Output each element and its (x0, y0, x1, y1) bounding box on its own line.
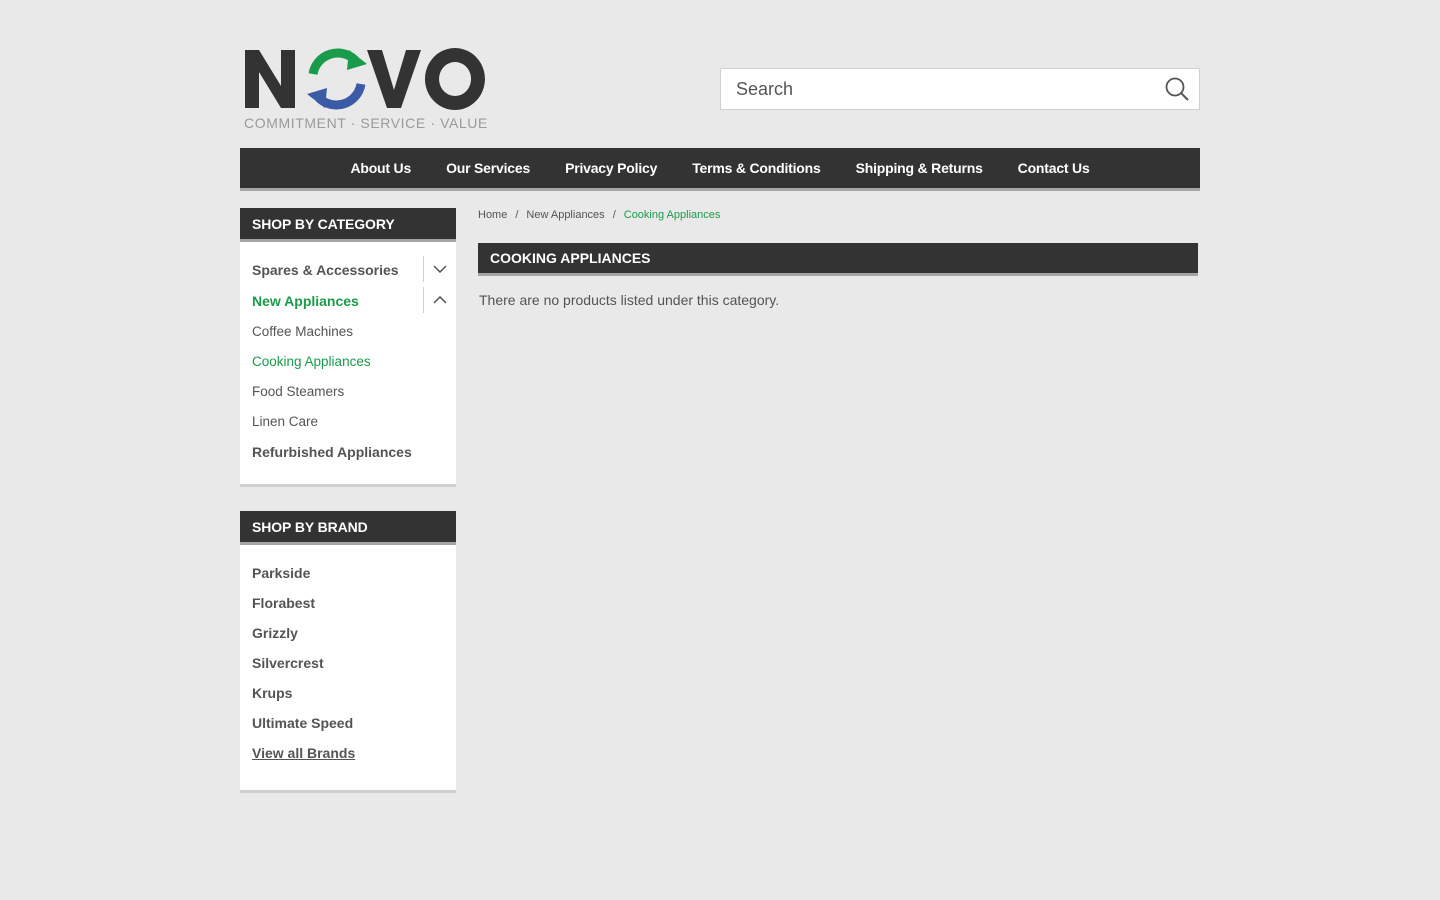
svg-text:COMMITMENT · SERVICE · VALUE: COMMITMENT · SERVICE · VALUE (244, 115, 488, 131)
search-icon (1165, 77, 1189, 101)
brand-link-ultimate-speed[interactable]: Ultimate Speed (240, 708, 456, 738)
empty-category-message: There are no products listed under this … (479, 292, 780, 308)
category-link-refurbished-appliances[interactable]: Refurbished Appliances (252, 444, 412, 460)
nav-about-us[interactable]: About Us (333, 160, 429, 176)
breadcrumb-separator: / (612, 209, 616, 221)
search-box (720, 68, 1200, 110)
category-toggle-new-appliances[interactable] (423, 287, 456, 313)
chevron-down-icon (433, 265, 447, 273)
category-sidebar-heading: SHOP BY CATEGORY (240, 208, 456, 242)
category-item-spares-accessories: Spares & Accessories (240, 254, 456, 285)
novo-logo-graphic: COMMITMENT · SERVICE · VALUE (244, 48, 488, 131)
category-item-refurbished-appliances: Refurbished Appliances (240, 436, 456, 467)
subcategory-coffee-machines[interactable]: Coffee Machines (240, 316, 456, 346)
category-sidebar: SHOP BY CATEGORY Spares & Accessories Ne… (240, 208, 456, 487)
category-item-new-appliances: New Appliances (240, 285, 456, 316)
nav-shipping-returns[interactable]: Shipping & Returns (838, 160, 1000, 176)
store-logo[interactable]: COMMITMENT · SERVICE · VALUE (243, 44, 489, 132)
main-navigation: About Us Our Services Privacy Policy Ter… (240, 148, 1200, 191)
brand-link-silvercrest[interactable]: Silvercrest (240, 648, 456, 678)
brand-link-parkside[interactable]: Parkside (240, 558, 456, 588)
subcategory-cooking-appliances[interactable]: Cooking Appliances (240, 346, 456, 376)
nav-privacy-policy[interactable]: Privacy Policy (548, 160, 675, 176)
page-title: COOKING APPLIANCES (478, 243, 1198, 276)
subcategory-food-steamers[interactable]: Food Steamers (240, 376, 456, 406)
brand-list: Parkside Florabest Grizzly Silvercrest K… (240, 545, 456, 768)
chevron-up-icon (433, 296, 447, 304)
category-list: Spares & Accessories New Appliances Coff… (240, 242, 456, 467)
search-button[interactable] (1155, 69, 1199, 109)
category-link-new-appliances[interactable]: New Appliances (252, 293, 359, 309)
view-all-brands-link[interactable]: View all Brands (240, 738, 456, 768)
category-toggle-spares-accessories[interactable] (423, 256, 456, 282)
search-input[interactable] (721, 69, 1155, 109)
brand-link-krups[interactable]: Krups (240, 678, 456, 708)
nav-our-services[interactable]: Our Services (429, 160, 548, 176)
category-link-spares-accessories[interactable]: Spares & Accessories (252, 262, 399, 278)
brand-sidebar-heading: SHOP BY BRAND (240, 511, 456, 545)
breadcrumb-cooking-appliances: Cooking Appliances (623, 209, 721, 221)
nav-terms-conditions[interactable]: Terms & Conditions (675, 160, 838, 176)
breadcrumb: Home / New Appliances / Cooking Applianc… (478, 209, 720, 221)
breadcrumb-home[interactable]: Home (478, 209, 507, 221)
breadcrumb-separator: / (515, 209, 519, 221)
nav-contact-us[interactable]: Contact Us (1000, 160, 1107, 176)
breadcrumb-new-appliances[interactable]: New Appliances (526, 209, 604, 221)
brand-sidebar: SHOP BY BRAND Parkside Florabest Grizzly… (240, 511, 456, 793)
brand-link-florabest[interactable]: Florabest (240, 588, 456, 618)
brand-link-grizzly[interactable]: Grizzly (240, 618, 456, 648)
subcategory-linen-care[interactable]: Linen Care (240, 406, 456, 436)
